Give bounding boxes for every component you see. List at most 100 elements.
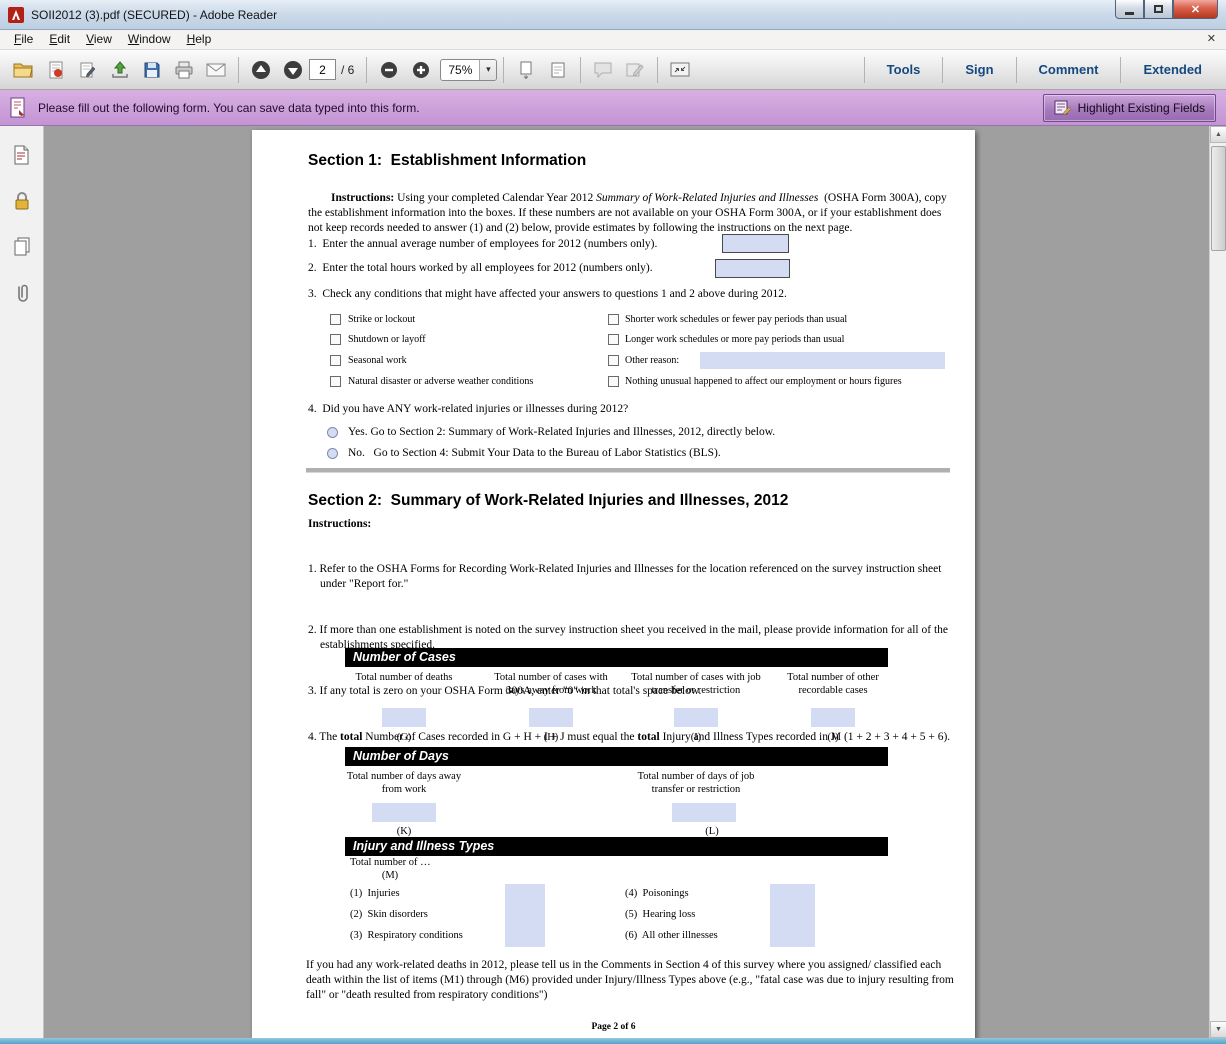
menu-edit[interactable]: Edit: [41, 31, 78, 48]
number-of-days-header: Number of Days: [345, 747, 888, 766]
close-icon: ✕: [1191, 3, 1200, 16]
all-other-illnesses-input[interactable]: [770, 926, 815, 947]
tools-pane-button[interactable]: Tools: [871, 56, 937, 83]
send-file-button[interactable]: [105, 55, 135, 85]
zoom-out-button[interactable]: [374, 55, 404, 85]
instruction-item-1: 1. Refer to the OSHA Forms for Recording…: [308, 562, 952, 592]
toolbar-separator: [942, 57, 943, 83]
create-pdf-button[interactable]: [41, 55, 71, 85]
shorter-schedules-label: Shorter work schedules or fewer pay peri…: [625, 313, 847, 326]
section-divider: [306, 468, 950, 473]
shorter-schedules-checkbox[interactable]: [608, 314, 619, 325]
total-deaths-input[interactable]: [382, 708, 426, 727]
open-button[interactable]: [9, 55, 39, 85]
toolbar-right-panel: Tools Sign Comment Extended: [858, 56, 1218, 83]
total-hours-input[interactable]: [715, 259, 790, 278]
longer-schedules-checkbox[interactable]: [608, 334, 619, 345]
print-button[interactable]: [169, 55, 199, 85]
security-lock-icon: [13, 191, 31, 211]
single-page-button[interactable]: [543, 55, 573, 85]
menu-file[interactable]: File: [6, 31, 41, 48]
previous-page-button[interactable]: [246, 55, 276, 85]
injuries-label: (1) Injuries: [350, 888, 400, 899]
pdf-page: Section 1: Establishment Information Ins…: [252, 130, 975, 1038]
zoom-in-button[interactable]: [406, 55, 436, 85]
close-button[interactable]: ✕: [1173, 0, 1218, 19]
shutdown-layoff-checkbox[interactable]: [330, 334, 341, 345]
markup-tools-button[interactable]: [620, 55, 650, 85]
vertical-scrollbar[interactable]: ▲ ▼: [1209, 126, 1226, 1038]
sign-pane-button[interactable]: Sign: [949, 56, 1009, 83]
email-button[interactable]: [201, 55, 231, 85]
days-job-transfer-input[interactable]: [672, 803, 736, 822]
window-title: SOII2012 (3).pdf (SECURED) - Adobe Reade…: [31, 8, 277, 22]
zoom-out-icon: [379, 60, 399, 80]
toolbar: / 6 75% ▾: [0, 50, 1226, 90]
strike-lockout-checkbox[interactable]: [330, 314, 341, 325]
toolbar-separator: [864, 57, 865, 83]
injuries-input[interactable]: [505, 884, 545, 905]
employees-input[interactable]: [722, 234, 789, 253]
save-icon: [143, 61, 161, 79]
document-viewport[interactable]: Section 1: Establishment Information Ins…: [44, 126, 1209, 1038]
respiratory-conditions-input[interactable]: [505, 926, 545, 947]
other-recordable-cases-input[interactable]: [811, 708, 855, 727]
menu-bar: File Edit View Window Help ✕: [0, 30, 1226, 50]
instruction4-bold2: total: [637, 731, 659, 743]
page-thumbnails-button[interactable]: [8, 142, 36, 168]
attachments-button[interactable]: [8, 280, 36, 306]
menu-help[interactable]: Help: [179, 31, 220, 48]
zoom-dropdown-icon[interactable]: ▾: [479, 59, 496, 81]
page-number-input[interactable]: [309, 59, 336, 80]
other-reason-input[interactable]: [700, 352, 945, 369]
open-icon: [13, 61, 35, 79]
label-j: (J): [811, 732, 855, 743]
poisonings-input[interactable]: [770, 884, 815, 905]
other-reason-checkbox[interactable]: [608, 355, 619, 366]
natural-disaster-label: Natural disaster or adverse weather cond…: [348, 375, 533, 388]
window-bottom-border: [0, 1038, 1226, 1044]
scrollbar-thumb[interactable]: [1211, 146, 1226, 251]
next-page-button[interactable]: [278, 55, 308, 85]
highlight-existing-fields-button[interactable]: Highlight Existing Fields: [1043, 94, 1216, 122]
total-number-of-label: Total number of …: [350, 857, 431, 868]
no-radio[interactable]: [327, 448, 338, 459]
injury-illness-types-header: Injury and Illness Types: [345, 837, 888, 856]
label-l: (L): [680, 826, 744, 837]
scroll-down-button[interactable]: ▼: [1210, 1021, 1226, 1038]
nothing-unusual-checkbox[interactable]: [608, 376, 619, 387]
menubar-close-icon[interactable]: ✕: [1207, 32, 1216, 45]
comment-pane-button[interactable]: Comment: [1023, 56, 1115, 83]
days-away-input[interactable]: [372, 803, 436, 822]
fill-sign-button[interactable]: [73, 55, 103, 85]
scroll-up-button[interactable]: ▲: [1210, 126, 1226, 143]
security-settings-button[interactable]: [8, 188, 36, 214]
cases-job-transfer-input[interactable]: [674, 708, 718, 727]
seasonal-work-checkbox[interactable]: [330, 355, 341, 366]
toolbar-separator: [657, 57, 658, 83]
scroll-mode-button[interactable]: [511, 55, 541, 85]
hearing-loss-input[interactable]: [770, 905, 815, 926]
pages-button[interactable]: [8, 234, 36, 260]
maximize-icon: [1154, 5, 1163, 13]
skin-disorders-input[interactable]: [505, 905, 545, 926]
nothing-unusual-label: Nothing unusual happened to affect our e…: [625, 375, 902, 388]
fullscreen-button[interactable]: [665, 55, 695, 85]
extended-pane-button[interactable]: Extended: [1127, 56, 1218, 83]
menu-window[interactable]: Window: [120, 31, 179, 48]
deaths-column-header: Total number of deaths: [339, 671, 469, 684]
yes-radio[interactable]: [327, 427, 338, 438]
save-button[interactable]: [137, 55, 167, 85]
toolbar-separator: [580, 57, 581, 83]
next-page-icon: [282, 59, 304, 81]
instruction4-bold1: total: [340, 731, 362, 743]
zoom-level-select[interactable]: 75% ▾: [440, 59, 497, 81]
menu-view[interactable]: View: [78, 31, 120, 48]
cases-days-away-input[interactable]: [529, 708, 573, 727]
maximize-button[interactable]: [1144, 0, 1173, 19]
create-pdf-icon: [47, 61, 65, 79]
comment-tools-button[interactable]: [588, 55, 618, 85]
minimize-button[interactable]: [1115, 0, 1144, 19]
natural-disaster-checkbox[interactable]: [330, 376, 341, 387]
print-icon: [174, 61, 194, 79]
